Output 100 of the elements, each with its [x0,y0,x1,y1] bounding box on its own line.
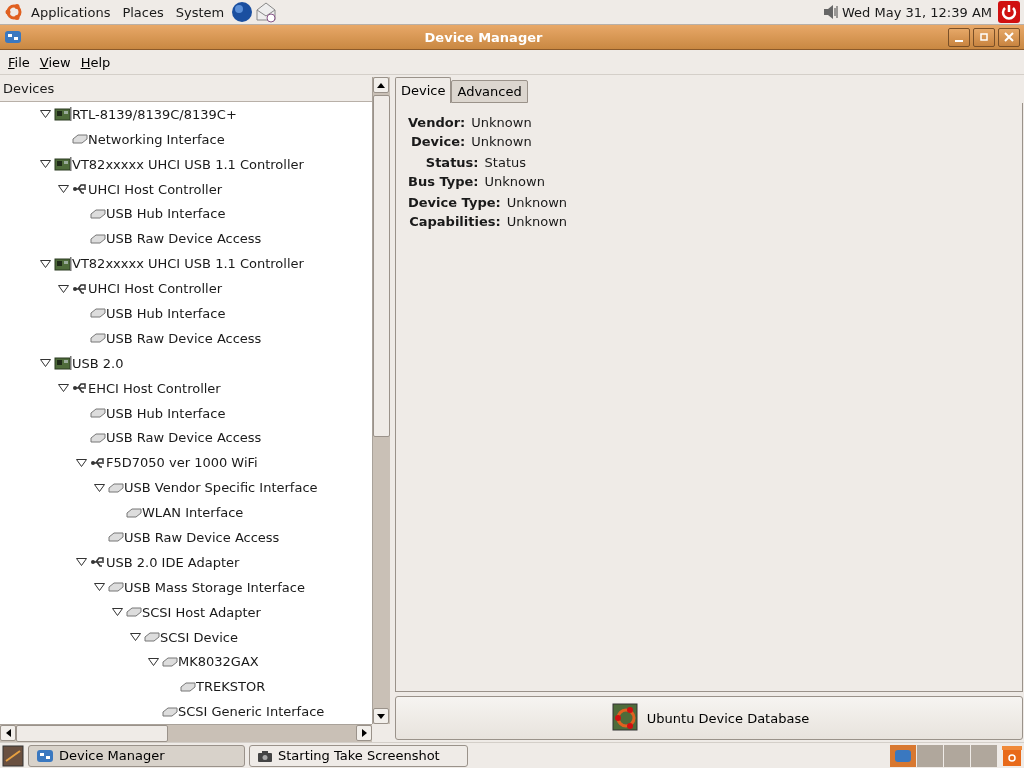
scrollbar-thumb[interactable] [16,725,168,742]
expander-icon [75,458,87,467]
tree-item[interactable]: MK8032GAX [178,654,259,670]
window-thumbnail-icon [895,749,911,762]
device-icon [180,680,196,693]
scroll-left-button[interactable] [0,725,16,741]
property-label: Device: [410,134,466,149]
mail-icon[interactable] [255,1,278,23]
tree-item[interactable]: RTL-8139/8139C/8139C+ [72,106,237,122]
menu-item[interactable]: File [3,52,35,72]
expander-icon [57,384,69,393]
taskbar-button[interactable]: Starting Take Screenshot [249,744,468,767]
ubuntu-logo-icon[interactable] [4,2,24,22]
arrow-right-icon [361,729,367,737]
tree-item[interactable]: USB Raw Device Access [106,231,262,247]
horizontal-scrollbar[interactable] [0,724,372,742]
tree-item[interactable]: USB Vendor Specific Interface [124,480,318,496]
device-icon [108,581,124,594]
volume-icon[interactable] [822,4,840,20]
arrow-down-icon [377,713,385,719]
maximize-icon [979,32,989,42]
expander-icon [129,633,141,642]
tree-item[interactable]: EHCI Host Controller [88,380,221,396]
show-desktop-icon[interactable] [2,744,24,767]
device-icon [90,407,106,419]
power-icon[interactable] [998,1,1020,23]
device-icon [108,531,124,544]
property-label: Device Type: [408,195,501,210]
tree-item[interactable]: VT82xxxxx UHCI USB 1.1 Controller [72,256,304,272]
expander-icon [57,185,69,193]
device-icon [126,606,142,619]
card-icon [54,255,72,272]
tree-item[interactable]: USB 2.0 [72,355,124,371]
tree-item[interactable]: SCSI Generic Interface [178,704,325,720]
tree-item[interactable]: SCSI Device [160,629,238,645]
device-icon [126,506,142,519]
device-icon [90,207,106,220]
expander-icon [39,160,51,169]
expander-icon [75,558,87,567]
column-header[interactable]: Devices [0,77,372,102]
database-button[interactable]: Ubuntu Device Database [395,696,1023,740]
clock[interactable]: Wed May 31, 12:39 AM [842,4,992,20]
taskbar-button[interactable]: Device Manager [28,744,245,767]
close-button[interactable] [998,27,1020,47]
app-icon [37,749,53,762]
property-value: Unknown [484,174,545,189]
trash-icon[interactable] [1002,744,1022,767]
tree-item[interactable]: WLAN Interface [142,505,244,521]
panel-menu[interactable]: System [170,4,230,20]
workspace-switcher[interactable] [890,744,998,767]
tab[interactable]: Advanced [451,80,528,103]
tree-item[interactable]: USB Hub Interface [106,206,226,222]
tree-item[interactable]: UHCI Host Controller [88,181,222,197]
tree-item[interactable]: USB Mass Storage Interface [124,579,305,595]
device-icon [90,232,106,245]
device-icon [90,431,106,444]
tree-item[interactable]: TREKSTOR [196,679,266,695]
tree-item[interactable]: Networking Interface [88,131,225,147]
device-icon [162,655,178,668]
vertical-scrollbar[interactable] [372,77,390,724]
device-icon [90,332,106,345]
scrollbar-thumb[interactable] [373,95,390,437]
tree-item[interactable]: VT82xxxxx UHCI USB 1.1 Controller [72,156,304,172]
tree-item[interactable]: USB Hub Interface [106,305,226,321]
tree-item[interactable]: UHCI Host Controller [88,281,222,297]
tree-item[interactable]: SCSI Host Adapter [142,604,261,620]
device-icon [90,307,106,320]
menu-item[interactable]: View [34,52,76,72]
tree-item[interactable]: USB Raw Device Access [106,330,262,346]
arrow-left-icon [5,729,11,737]
property-value: Status [484,155,527,170]
menu-item[interactable]: Help [75,52,116,72]
minimize-button[interactable] [948,27,970,47]
scroll-right-button[interactable] [356,725,372,741]
expander-icon [147,657,159,666]
tree-item[interactable]: USB Raw Device Access [106,430,262,446]
property-label: Status: [424,155,479,170]
tab[interactable]: Device [395,77,452,103]
globe-icon[interactable] [231,1,254,23]
panel-menu[interactable]: Applications [26,4,116,20]
property-label: Vendor: [408,115,466,130]
arrow-up-icon [377,82,385,88]
scroll-down-button[interactable] [373,708,389,724]
property-value: Unknown [506,214,568,229]
expander-icon [93,583,105,592]
tree-item[interactable]: USB 2.0 IDE Adapter [106,554,240,570]
card-icon [54,355,72,372]
scroll-up-button[interactable] [373,77,389,93]
tree-item[interactable]: F5D7050 ver 1000 WiFi [106,455,258,471]
property-value: Unknown [471,134,532,149]
expander-icon [39,359,51,368]
tree-item[interactable]: USB Hub Interface [106,405,226,421]
close-icon [1004,32,1014,42]
tree-item[interactable]: USB Raw Device Access [124,529,280,545]
property-value: Unknown [471,115,532,130]
device-icon [108,481,124,494]
app-icon[interactable] [4,30,22,44]
panel-menu[interactable]: Places [117,4,169,20]
maximize-button[interactable] [973,27,995,47]
minimize-icon [955,40,963,42]
